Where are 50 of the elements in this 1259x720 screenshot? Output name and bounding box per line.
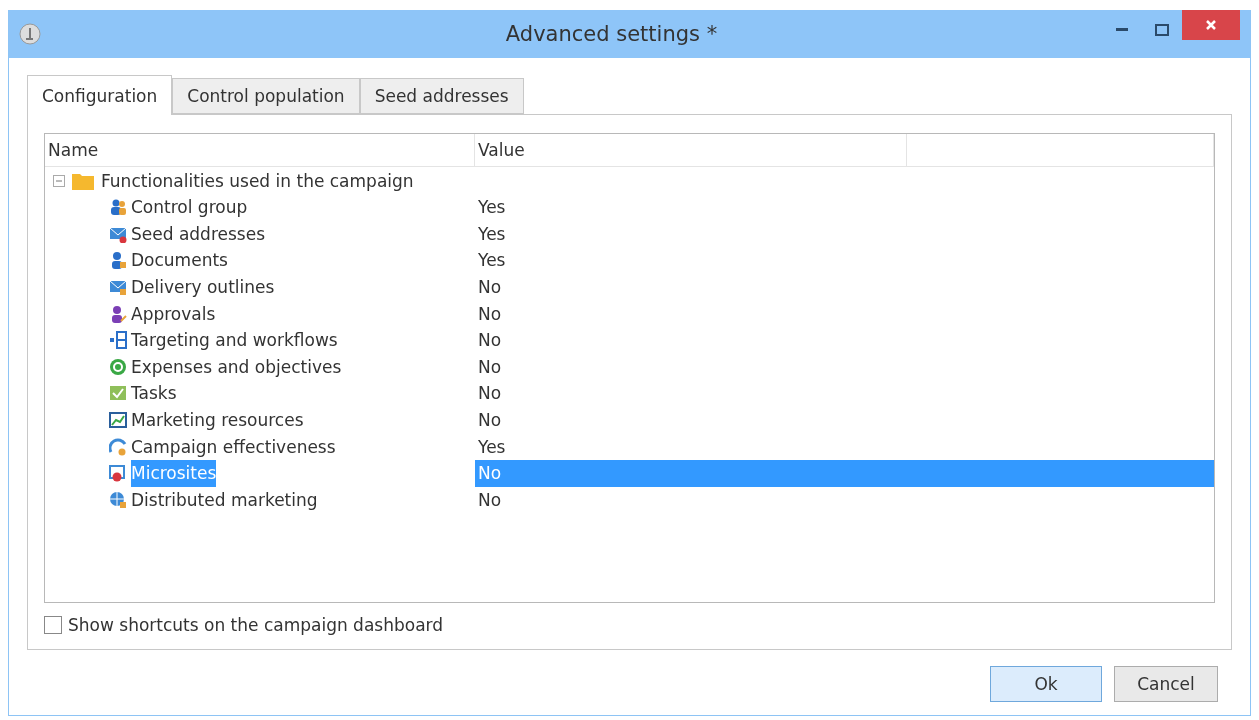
chart-icon (109, 411, 127, 430)
value-cell-text: No (477, 329, 503, 353)
minimize-icon (1116, 28, 1128, 32)
tree-item[interactable]: Marketing resources (131, 406, 304, 434)
value-cell-text: No (477, 488, 503, 512)
tree-item[interactable]: Documents (131, 247, 228, 274)
maximize-icon (1155, 24, 1169, 36)
value-cell-text: No (477, 382, 503, 406)
tree-node-label[interactable]: Functionalities used in the campaign (101, 167, 414, 194)
tree-item[interactable]: Expenses and objectives (131, 353, 342, 381)
person-icon (109, 251, 127, 270)
tab[interactable]: Control population (172, 78, 360, 114)
column-header[interactable]: Name (45, 134, 475, 166)
value-cell-text: Yes (477, 222, 507, 246)
value-cell-text: Yes (477, 435, 507, 459)
value-cell: No (475, 459, 1214, 487)
tree-item[interactable]: Tasks (131, 380, 177, 407)
envelope-icon (109, 278, 127, 297)
person-icon (109, 304, 127, 323)
globe-icon (109, 490, 127, 509)
close-icon (1205, 19, 1217, 31)
value-cell-text: No (477, 355, 503, 379)
value-cell-text: No (477, 276, 503, 300)
workflow-icon (109, 331, 127, 350)
tab[interactable]: Seed addresses (359, 78, 524, 114)
checkbox[interactable] (44, 616, 62, 634)
tree-item[interactable]: Targeting and workflows (131, 326, 338, 354)
window-title: Advanced settings * (504, 22, 719, 46)
value-cell-text: Yes (477, 249, 507, 273)
tree-item[interactable]: Distributed marketing (131, 486, 318, 514)
value-cell-text: Yes (477, 196, 507, 220)
checkbox-label: Show shortcuts on the campaign dashboard (68, 615, 444, 635)
column-header[interactable]: Value (475, 134, 907, 166)
tree-item[interactable]: Delivery outlines (131, 273, 275, 301)
collapse-icon[interactable] (53, 174, 65, 187)
task-icon (109, 384, 127, 403)
close-button[interactable] (1182, 10, 1240, 40)
value-cell-text: No (477, 409, 503, 433)
tree-item[interactable]: Seed addresses (131, 220, 265, 248)
web-page-icon (109, 464, 127, 483)
gauge-icon (109, 437, 127, 456)
tree-item[interactable]: Approvals (131, 300, 216, 327)
app-icon (19, 23, 41, 45)
people-icon (109, 198, 127, 217)
tree-item[interactable]: Control group (131, 194, 248, 221)
cancel-button[interactable]: Cancel (1114, 666, 1218, 702)
ok-button[interactable]: Ok (990, 666, 1102, 702)
value-cell-text: No (477, 302, 503, 326)
tab[interactable]: Configuration (27, 75, 173, 115)
tree-item[interactable]: Campaign effectiveness (131, 433, 336, 460)
